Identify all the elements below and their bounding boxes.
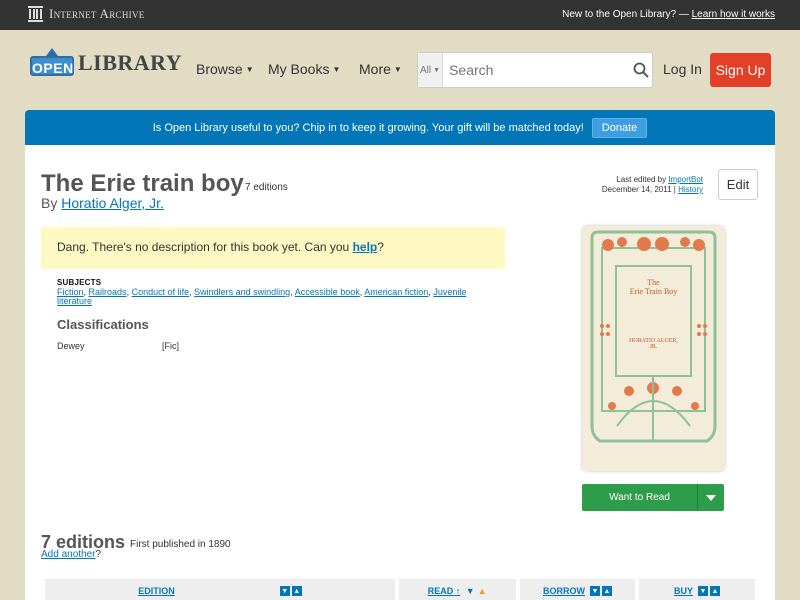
subject-link[interactable]: American fiction	[364, 287, 428, 297]
donate-message: Is Open Library useful to you? Chip in t…	[152, 121, 584, 134]
sort-asc-icon[interactable]: ▲	[710, 586, 720, 596]
search-input[interactable]	[443, 54, 631, 86]
search-bar: All ▼	[417, 52, 653, 88]
nav-more-label: More	[359, 61, 391, 77]
nav-my-books-label: My Books	[268, 61, 330, 77]
book-cover[interactable]: The Erie Train Boy HORATIO ALGER, JR.	[582, 226, 725, 471]
no-description-text: Dang. There's no description for this bo…	[57, 240, 350, 254]
search-scope-label: All	[420, 64, 432, 76]
cover-author: HORATIO ALGER, JR.	[582, 338, 725, 350]
nav-my-books[interactable]: My Books ▼	[268, 61, 340, 77]
sort-controls: ▼ ▲	[590, 586, 612, 596]
column-borrow: BORROW ▼ ▲	[520, 579, 635, 600]
search-scope-select[interactable]: All ▼	[418, 53, 444, 87]
sort-desc-icon[interactable]: ▼	[590, 586, 600, 596]
internet-archive-bar: Internet Archive New to the Open Library…	[0, 0, 800, 30]
nav-browse[interactable]: Browse ▼	[196, 61, 254, 77]
help-link[interactable]: help	[353, 240, 378, 254]
add-another: Add another?	[41, 549, 101, 560]
cover-title: The Erie Train Boy	[582, 278, 725, 296]
internet-archive-logo[interactable]: Internet Archive	[28, 6, 145, 22]
sort-desc-icon[interactable]: ▼	[279, 586, 290, 596]
no-description-notice: Dang. There's no description for this bo…	[41, 227, 505, 269]
archive-building-icon	[28, 6, 43, 22]
last-edited-prefix: Last edited by	[616, 175, 667, 184]
subject-link[interactable]: Swindlers and swindling	[194, 287, 290, 297]
sort-asc-icon[interactable]: ▲	[291, 586, 302, 596]
internet-archive-label: Internet Archive	[49, 6, 145, 21]
want-to-read-dropdown[interactable]	[697, 484, 724, 511]
subjects-list: Fiction, Railroads, Conduct of life, Swi…	[57, 287, 467, 306]
chevron-down-icon: ▼	[245, 65, 254, 74]
last-edited-date: December 14, 2011 |	[601, 185, 676, 194]
want-to-read-control: Want to Read	[582, 484, 724, 511]
history-link[interactable]: History	[678, 185, 703, 194]
chevron-down-icon: ▼	[433, 66, 441, 74]
caret-down-icon	[706, 494, 716, 501]
sort-desc-icon[interactable]: ▼	[465, 586, 475, 596]
new-user-prompt: New to the Open Library? — Learn how it …	[562, 9, 775, 20]
want-to-read-button[interactable]: Want to Read	[582, 484, 697, 511]
donate-banner: Is Open Library useful to you? Chip in t…	[25, 110, 775, 145]
column-edition: EDITION ▼ ▲	[45, 579, 395, 600]
add-another-suffix: ?	[95, 549, 102, 560]
sort-controls: ▼ ▲	[465, 586, 487, 596]
last-edited-info: Last edited by ImportBot December 14, 20…	[602, 175, 703, 195]
classifications-heading: Classifications	[57, 317, 149, 332]
add-another-link[interactable]: Add another	[41, 549, 96, 560]
nav-browse-label: Browse	[196, 61, 243, 77]
edit-button[interactable]: Edit	[718, 169, 758, 200]
search-button[interactable]	[630, 53, 652, 87]
learn-how-link[interactable]: Learn how it works	[692, 9, 775, 20]
library-wordmark: LIBRARY	[78, 50, 183, 75]
column-buy: BUY ▼ ▲	[639, 579, 755, 600]
sort-desc-icon[interactable]: ▼	[698, 586, 708, 596]
byline: By Horatio Alger, Jr.	[41, 195, 164, 211]
nav-more[interactable]: More ▼	[359, 61, 402, 77]
subject-link[interactable]: Conduct of life	[132, 287, 190, 297]
read-label: READ	[427, 586, 454, 596]
sort-asc-active-icon[interactable]: ▲	[477, 586, 487, 596]
chevron-down-icon: ▼	[393, 65, 402, 74]
search-icon	[633, 62, 649, 78]
chevron-down-icon: ▼	[332, 65, 341, 74]
open-sign-icon: OPEN	[30, 48, 74, 78]
new-user-text: New to the Open Library? —	[562, 9, 689, 20]
subject-link[interactable]: Railroads	[89, 287, 127, 297]
help-suffix: ?	[377, 240, 384, 254]
sort-controls: ▼ ▲	[698, 586, 720, 596]
subject-link[interactable]: Accessible book	[295, 287, 360, 297]
editor-link[interactable]: ImportBot	[668, 175, 703, 184]
first-published: First published in 1890	[130, 539, 231, 550]
signup-button[interactable]: Sign Up	[710, 53, 771, 87]
sort-asc-icon[interactable]: ▲	[602, 586, 612, 596]
editions-count[interactable]: 7 editions	[245, 182, 288, 193]
cover-title-line: Erie Train Boy	[629, 287, 678, 296]
sort-edition-link[interactable]: EDITION	[138, 586, 175, 596]
open-sign-label: OPEN	[30, 56, 74, 76]
open-library-logo[interactable]: OPEN LIBRARY	[30, 48, 182, 78]
sort-borrow-link[interactable]: BORROW	[543, 586, 585, 596]
main-panel: Is Open Library useful to you? Chip in t…	[25, 110, 775, 600]
donate-button[interactable]: Donate	[591, 117, 648, 138]
dewey-label: Dewey	[57, 341, 85, 351]
sort-controls: ▼ ▲	[279, 586, 302, 596]
cover-title-line: The	[647, 278, 660, 287]
author-link[interactable]: Horatio Alger, Jr.	[61, 195, 164, 211]
book-title: The Erie train boy	[41, 170, 244, 197]
subjects-heading: SUBJECTS	[57, 278, 102, 287]
column-read: READ ↑ ▼ ▲	[399, 579, 516, 600]
sign-hanger	[46, 48, 58, 56]
dewey-value: [Fic]	[162, 341, 179, 351]
login-link[interactable]: Log In	[663, 61, 702, 77]
sort-buy-link[interactable]: BUY	[674, 586, 693, 596]
cover-author-line: JR.	[649, 344, 658, 350]
by-label: By	[41, 195, 58, 211]
sort-read-link[interactable]: READ ↑	[428, 586, 461, 596]
